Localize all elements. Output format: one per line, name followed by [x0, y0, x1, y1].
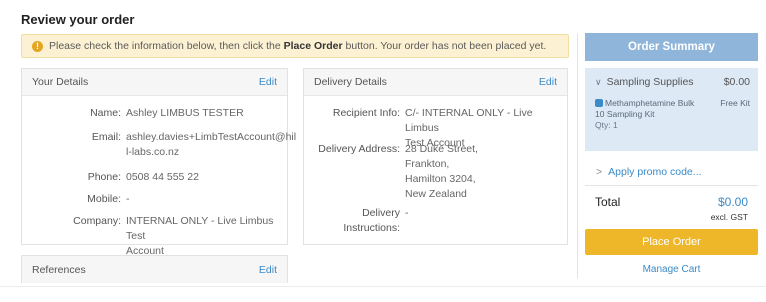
apply-promo-link[interactable]: > Apply promo code...: [596, 166, 702, 178]
phone-label: Phone:: [87, 171, 121, 183]
delivery-address-label: Delivery Address:: [318, 143, 400, 155]
item-qty: Qty: 1: [595, 120, 618, 130]
sampling-supplies-label: Sampling Supplies: [606, 76, 694, 88]
item-name: Methamphetamine Bulk 10 Sampling Kit: [595, 98, 695, 119]
sampling-supplies-price: $0.00: [723, 76, 750, 88]
mobile-label: Mobile:: [87, 193, 121, 205]
alert-text-bold: Place Order: [283, 40, 343, 52]
delivery-details-edit-link[interactable]: Edit: [539, 76, 557, 88]
delivery-details-header: Delivery Details Edit: [304, 69, 567, 96]
order-line-item: Methamphetamine Bulk 10 Sampling Kit Qty…: [595, 98, 705, 131]
summary-separator: [585, 185, 758, 186]
company-value: INTERNAL ONLY - Live Limbus Test Account: [126, 215, 274, 257]
email-row: Email: ashley.davies+LimbTestAccount@hil…: [22, 130, 297, 160]
order-summary-header: Order Summary: [585, 33, 758, 61]
info-alert: ! Please check the information below, th…: [21, 34, 569, 58]
references-edit-link[interactable]: Edit: [259, 264, 277, 276]
exclamation-circle-icon: !: [32, 40, 43, 52]
sampling-supplies-toggle[interactable]: ∨ Sampling Supplies $0.00: [595, 76, 750, 88]
delivery-details-card: Delivery Details Edit Recipient Info: C/…: [303, 68, 568, 245]
name-row: Name: Ashley LIMBUS TESTER: [22, 106, 286, 121]
delivery-details-title: Delivery Details: [314, 76, 387, 88]
your-details-header: Your Details Edit: [22, 69, 287, 96]
manage-cart-link[interactable]: Manage Cart: [585, 264, 758, 275]
summary-divider: [577, 34, 578, 278]
your-details-title: Your Details: [32, 76, 89, 88]
email-value: ashley.davies+LimbTestAccount@hil l-labs…: [126, 131, 297, 158]
references-card: References Edit: [21, 255, 288, 283]
place-order-button[interactable]: Place Order: [585, 229, 758, 255]
references-header: References Edit: [22, 256, 287, 283]
mobile-row: Mobile: -: [22, 192, 286, 207]
company-label: Company:: [73, 215, 121, 227]
delivery-instructions-row: Delivery Instructions: -: [304, 206, 565, 236]
alert-text-after: button. Your order has not been placed y…: [342, 40, 547, 52]
alert-text-before: Please check the information below, then…: [49, 40, 284, 52]
references-title: References: [32, 263, 86, 276]
your-details-card: Your Details Edit Name: Ashley LIMBUS TE…: [21, 68, 297, 257]
delivery-address-value: 28 Duke Street, Frankton, Hamilton 3204,…: [405, 143, 478, 200]
alert-text: Please check the information below, then…: [49, 40, 546, 52]
mobile-value: -: [126, 193, 130, 205]
total-value: $0.00: [717, 195, 748, 209]
delivery-address-row: Delivery Address: 28 Duke Street, Frankt…: [304, 142, 565, 202]
excl-gst-note: excl. GST: [710, 212, 748, 222]
email-label: Email:: [91, 131, 121, 143]
total-label: Total: [595, 195, 621, 209]
phone-value: 0508 44 555 22: [126, 171, 199, 183]
company-row: Company: INTERNAL ONLY - Live Limbus Tes…: [22, 214, 286, 259]
page-bottom-divider: [0, 286, 766, 287]
phone-row: Phone: 0508 44 555 22: [22, 170, 286, 185]
delivery-instructions-value: -: [405, 207, 409, 219]
your-details-edit-link[interactable]: Edit: [259, 76, 277, 88]
delivery-instructions-label: Delivery Instructions:: [343, 207, 400, 234]
package-icon: [595, 99, 603, 107]
chevron-down-icon: ∨: [595, 77, 602, 87]
chevron-right-icon: >: [596, 166, 603, 178]
sampling-supplies-panel: ∨ Sampling Supplies $0.00 Methamphetamine…: [585, 68, 758, 151]
item-price: Free Kit: [720, 98, 750, 108]
page-title: Review your order: [21, 12, 135, 27]
promo-label: Apply promo code...: [608, 166, 702, 178]
name-value: Ashley LIMBUS TESTER: [126, 107, 244, 119]
name-label: Name:: [90, 107, 121, 119]
